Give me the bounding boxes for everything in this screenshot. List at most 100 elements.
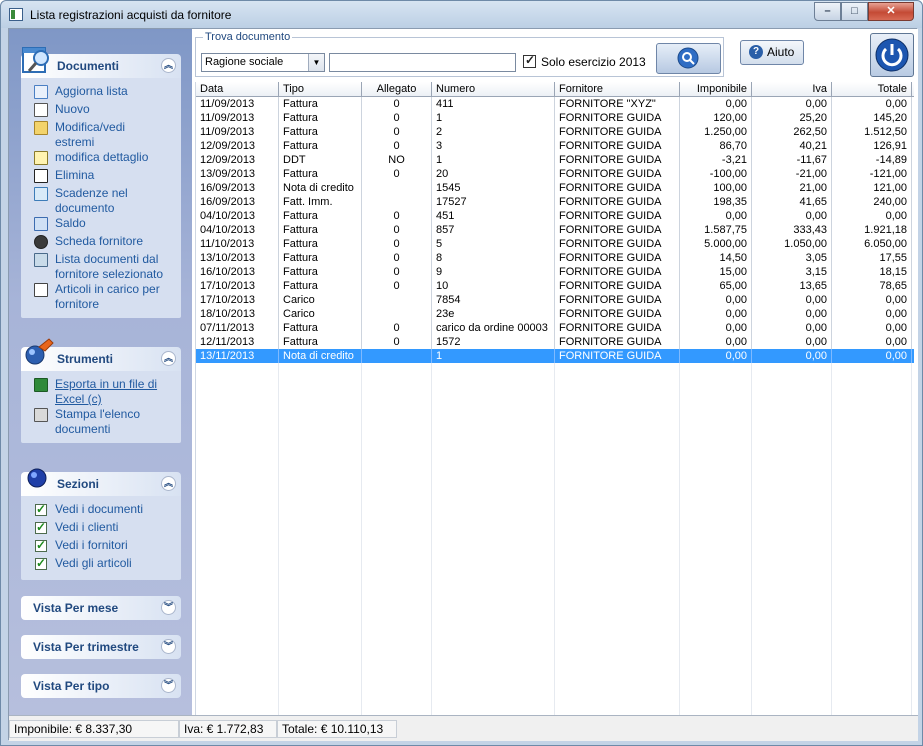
documenti-item-7[interactable]: Scheda fornitore (21, 234, 181, 252)
column-header-iva[interactable]: Iva (752, 82, 832, 97)
table-row[interactable]: 13/09/2013 Fattura 0 20 FORNITORE GUIDA -100,… (196, 167, 914, 181)
table-row[interactable]: 13/11/2013 Nota di credito 1 FORNITORE GUID… (196, 349, 914, 363)
table-row[interactable]: 16/10/2013 Fattura 0 9 FORNITORE GUIDA 15,00 3… (196, 265, 914, 279)
sezioni-item-2[interactable]: Vedi i fornitori (21, 538, 181, 556)
table-row[interactable]: 11/10/2013 Fattura 0 5 FORNITORE GUIDA 5.000,… (196, 237, 914, 251)
documenti-item-5[interactable]: Scadenze nel documento (21, 186, 181, 216)
checkbox-checked-icon[interactable] (35, 520, 47, 535)
documenti-item-8[interactable]: Lista documenti dal fornitore selezionat… (21, 252, 181, 282)
checkbox-checked-icon[interactable] (35, 538, 47, 553)
cell-iva: 0,00 (752, 293, 832, 307)
documenti-item-6[interactable]: Saldo (21, 216, 181, 234)
cell-imponibile: 86,70 (680, 139, 752, 153)
cell-allegato: NO (362, 153, 432, 167)
maximize-button[interactable]: □ (841, 2, 868, 21)
strumenti-item-0[interactable]: Esporta in un file di Excel (c) (21, 377, 181, 407)
cell-allegato: 0 (362, 251, 432, 265)
strumenti-item-1[interactable]: Stampa l'elenco documenti (21, 407, 181, 437)
table-row[interactable]: 12/09/2013 Fattura 0 3 FORNITORE GUIDA 86,70 4… (196, 139, 914, 153)
cell-imponibile: 65,00 (680, 279, 752, 293)
panel-vista-mese-header[interactable]: Vista Per mese ︾ (21, 596, 181, 620)
refresh-icon (34, 85, 48, 99)
table-row[interactable]: 07/11/2013 Fattura 0 carico da ordine 00003… (196, 321, 914, 335)
panel-documenti-header[interactable]: Documenti ︽ (21, 47, 181, 78)
cell-data: 16/09/2013 (196, 195, 279, 209)
exit-button[interactable] (870, 33, 914, 77)
minimize-button[interactable]: – (814, 2, 841, 21)
dropdown-arrow-icon[interactable]: ▼ (308, 54, 324, 71)
table-row[interactable]: 04/10/2013 Fattura 0 451 FORNITORE GUIDA 0,00… (196, 209, 914, 223)
documenti-item-9[interactable]: Articoli in carico per fornitore (21, 282, 181, 312)
cell-numero: 1 (432, 153, 555, 167)
table-row[interactable]: 17/10/2013 Fattura 0 10 FORNITORE GUIDA 65,00… (196, 279, 914, 293)
search-input[interactable] (329, 53, 516, 72)
column-header-fornitore[interactable]: Fornitore (555, 82, 680, 97)
table-row[interactable]: 11/09/2013 Fattura 0 411 FORNITORE "XYZ" 0,00… (196, 97, 914, 111)
application-window: Lista registrazioni acquisti da fornitor… (0, 0, 923, 746)
help-button[interactable]: ? Aiuto (740, 40, 804, 65)
table-row[interactable]: 04/10/2013 Fattura 0 857 FORNITORE GUIDA 1.58… (196, 223, 914, 237)
cell-totale: 0,00 (832, 209, 912, 223)
documenti-item-0[interactable]: Aggiorna lista (21, 84, 181, 102)
table-row[interactable]: 16/09/2013 Nota di credito 1545 FORNITORE G… (196, 181, 914, 195)
column-header-numero[interactable]: Numero (432, 82, 555, 97)
table-row[interactable]: 12/09/2013 DDT NO 1 FORNITORE GUIDA -3,21 -11,… (196, 153, 914, 167)
panel-strumenti-header[interactable]: Strumenti ︽ (21, 338, 181, 371)
documenti-item-3[interactable]: modifica dettaglio (21, 150, 181, 168)
column-header-imponibile[interactable]: Imponibile (680, 82, 752, 97)
cell-allegato: 0 (362, 209, 432, 223)
documenti-item-1[interactable]: Nuovo (21, 102, 181, 120)
cell-iva: 25,20 (752, 111, 832, 125)
cell-imponibile: 1.250,00 (680, 125, 752, 139)
chevron-down-icon[interactable]: ︾ (161, 678, 176, 693)
cell-tipo: Fattura (279, 167, 362, 181)
cell-data: 17/10/2013 (196, 279, 279, 293)
cell-numero: 857 (432, 223, 555, 237)
panel-sezioni-header[interactable]: Sezioni ︽ (21, 468, 181, 496)
column-header-tipo[interactable]: Tipo (279, 82, 362, 97)
checkbox-checked-icon[interactable] (35, 502, 47, 517)
cell-data: 07/11/2013 (196, 321, 279, 335)
table-row[interactable]: 11/09/2013 Fattura 0 2 FORNITORE GUIDA 1.250,… (196, 125, 914, 139)
cell-totale: 0,00 (832, 97, 912, 111)
chevron-down-icon[interactable]: ︾ (161, 600, 176, 615)
column-header-data[interactable]: Data (196, 82, 279, 97)
solo-esercizio-checkbox[interactable] (523, 53, 536, 68)
search-button[interactable] (656, 43, 721, 74)
chevron-up-icon[interactable]: ︽ (161, 476, 176, 491)
cell-totale: 240,00 (832, 195, 912, 209)
cell-totale: 121,00 (832, 181, 912, 195)
sezioni-item-1[interactable]: Vedi i clienti (21, 520, 181, 538)
chevron-down-icon[interactable]: ︾ (161, 639, 176, 654)
documenti-item-4[interactable]: Elimina (21, 168, 181, 186)
sezioni-item-3[interactable]: Vedi gli articoli (21, 556, 181, 574)
column-header-totale[interactable]: Totale (832, 82, 912, 97)
search-field-select[interactable]: Ragione sociale ▼ (201, 53, 325, 72)
documenti-item-2[interactable]: Modifica/vedi estremi (21, 120, 181, 150)
cell-fornitore: FORNITORE GUIDA (555, 167, 680, 181)
cell-allegato: 0 (362, 237, 432, 251)
cell-fornitore: FORNITORE GUIDA (555, 125, 680, 139)
close-button[interactable]: ✕ (868, 2, 914, 21)
sezioni-item-0[interactable]: Vedi i documenti (21, 502, 181, 520)
documenti-item-label: Articoli in carico per fornitore (55, 282, 160, 311)
cell-imponibile: 0,00 (680, 293, 752, 307)
title-bar[interactable]: Lista registrazioni acquisti da fornitor… (1, 1, 922, 28)
table-row[interactable]: 18/10/2013 Carico 23e FORNITORE GUIDA 0,00 0,… (196, 307, 914, 321)
table-row[interactable]: 17/10/2013 Carico 7854 FORNITORE GUIDA 0,00 0… (196, 293, 914, 307)
chevron-up-icon[interactable]: ︽ (161, 58, 176, 73)
documenti-item-label: Lista documenti dal fornitore selezionat… (55, 252, 164, 281)
cell-data: 12/09/2013 (196, 153, 279, 167)
cell-tipo: Fattura (279, 265, 362, 279)
checkbox-checked-icon[interactable] (35, 556, 47, 571)
chevron-up-icon[interactable]: ︽ (161, 351, 176, 366)
column-header-allegato[interactable]: Allegato (362, 82, 432, 97)
panel-vista-tipo-title: Vista Per tipo (33, 679, 110, 693)
panel-vista-trimestre-header[interactable]: Vista Per trimestre ︾ (21, 635, 181, 659)
table-row[interactable]: 13/10/2013 Fattura 0 8 FORNITORE GUIDA 14,50 3… (196, 251, 914, 265)
table-row[interactable]: 12/11/2013 Fattura 0 1572 FORNITORE GUIDA 0,0… (196, 335, 914, 349)
table-row[interactable]: 16/09/2013 Fatt. Imm. 17527 FORNITORE GUIDA… (196, 195, 914, 209)
table-row[interactable]: 11/09/2013 Fattura 0 1 FORNITORE GUIDA 120,00… (196, 111, 914, 125)
cell-iva: 41,65 (752, 195, 832, 209)
panel-vista-tipo-header[interactable]: Vista Per tipo ︾ (21, 674, 181, 698)
